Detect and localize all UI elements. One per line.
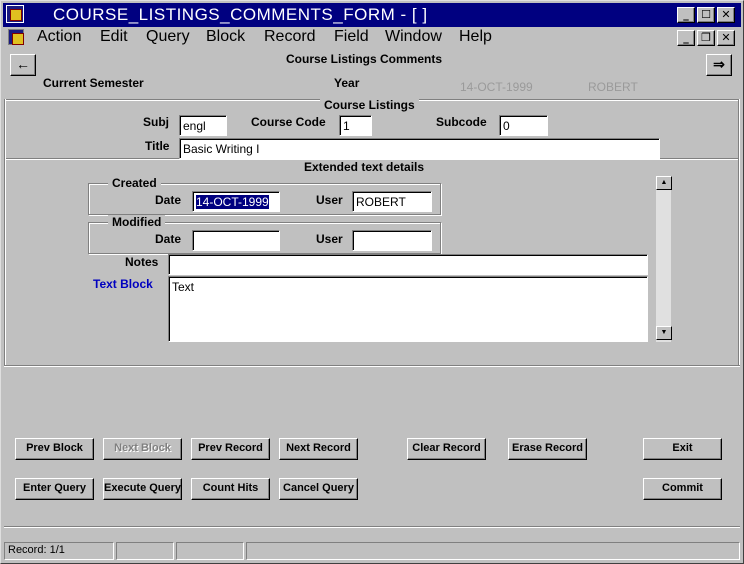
- prev-record-button[interactable]: Prev Record: [191, 438, 270, 460]
- next-arrow-button[interactable]: ⇒: [706, 54, 732, 76]
- modified-group-title: Modified: [108, 215, 166, 229]
- modified-user-field[interactable]: [352, 230, 432, 251]
- left-panel-edge: [4, 99, 6, 367]
- created-group-title: Created: [108, 176, 161, 190]
- panel-bottom-divider: [4, 365, 740, 367]
- prev-arrow-button[interactable]: ←: [10, 54, 36, 76]
- status-message: [246, 542, 740, 560]
- status-divider: [4, 526, 740, 528]
- menu-record[interactable]: Record: [264, 28, 316, 46]
- status-cell-3: [176, 542, 244, 560]
- close-button[interactable]: ✕: [717, 7, 735, 23]
- created-user-label: User: [316, 193, 343, 207]
- title-field[interactable]: Basic Writing I: [179, 138, 660, 159]
- course-code-label: Course Code: [251, 115, 326, 129]
- course-code-field[interactable]: 1: [339, 115, 372, 136]
- commit-button[interactable]: Commit: [643, 478, 722, 500]
- child-restore-button[interactable]: ❐: [697, 30, 715, 46]
- clear-record-button[interactable]: Clear Record: [407, 438, 486, 460]
- menu-block[interactable]: Block: [206, 28, 245, 46]
- prev-block-button[interactable]: Prev Block: [15, 438, 94, 460]
- cancel-query-button[interactable]: Cancel Query: [279, 478, 358, 500]
- menu-field[interactable]: Field: [334, 28, 369, 46]
- scroll-down-icon[interactable]: ▼: [656, 326, 672, 340]
- count-hits-button[interactable]: Count Hits: [191, 478, 270, 500]
- text-block-field[interactable]: Text: [168, 276, 648, 342]
- current-semester-label: Current Semester: [43, 76, 144, 90]
- child-minimize-button[interactable]: _: [677, 30, 695, 46]
- menu-window[interactable]: Window: [385, 28, 442, 46]
- notes-field[interactable]: [168, 254, 648, 275]
- notes-label: Notes: [125, 255, 159, 269]
- status-cell-2: [116, 542, 174, 560]
- text-block-label: Text Block: [93, 277, 153, 291]
- forms-app-icon[interactable]: [6, 5, 24, 23]
- enter-query-button[interactable]: Enter Query: [15, 478, 94, 500]
- created-date-label: Date: [155, 193, 182, 207]
- menu-help[interactable]: Help: [459, 28, 492, 46]
- created-date-value: 14-OCT-1999: [196, 195, 269, 209]
- vertical-scrollbar[interactable]: ▲ ▼: [655, 176, 672, 342]
- execute-query-button[interactable]: Execute Query: [103, 478, 182, 500]
- modified-date-field[interactable]: [192, 230, 280, 251]
- modified-date-label: Date: [155, 232, 182, 246]
- title-bar[interactable]: COURSE_LISTINGS_COMMENTS_FORM - [ ] _ ☐ …: [3, 3, 741, 27]
- right-panel-edge: [738, 99, 740, 367]
- exit-button[interactable]: Exit: [643, 438, 722, 460]
- status-record: Record: 1/1: [4, 542, 114, 560]
- created-user-field[interactable]: ROBERT: [352, 191, 432, 212]
- subcode-label: Subcode: [436, 115, 487, 129]
- subcode-field[interactable]: 0: [499, 115, 548, 136]
- created-date-field[interactable]: 14-OCT-1999: [192, 191, 280, 212]
- form-title: Course Listings Comments: [286, 52, 443, 66]
- course-listings-title: Course Listings: [320, 98, 419, 112]
- minimize-button[interactable]: _: [677, 7, 695, 23]
- maximize-button[interactable]: ☐: [697, 7, 715, 23]
- header-user-value: ROBERT: [588, 80, 638, 94]
- header-date-value: 14-OCT-1999: [460, 80, 533, 94]
- subj-field[interactable]: engl: [179, 115, 227, 136]
- child-close-button[interactable]: ✕: [717, 30, 735, 46]
- menu-query[interactable]: Query: [146, 28, 190, 46]
- subj-label: Subj: [143, 115, 169, 129]
- next-record-button[interactable]: Next Record: [279, 438, 358, 460]
- menu-bar: Action Edit Query Block Record Field Win…: [3, 27, 741, 49]
- modified-user-label: User: [316, 232, 343, 246]
- extended-text-title: Extended text details: [300, 160, 429, 174]
- title-label: Title: [145, 139, 170, 153]
- document-icon[interactable]: [8, 29, 24, 45]
- year-label: Year: [334, 76, 360, 90]
- erase-record-button[interactable]: Erase Record: [508, 438, 587, 460]
- menu-action[interactable]: Action: [37, 28, 81, 46]
- next-block-button[interactable]: Next Block: [103, 438, 182, 460]
- window-title: COURSE_LISTINGS_COMMENTS_FORM - [ ]: [53, 5, 428, 24]
- menu-edit[interactable]: Edit: [100, 28, 128, 46]
- scroll-up-icon[interactable]: ▲: [656, 176, 672, 190]
